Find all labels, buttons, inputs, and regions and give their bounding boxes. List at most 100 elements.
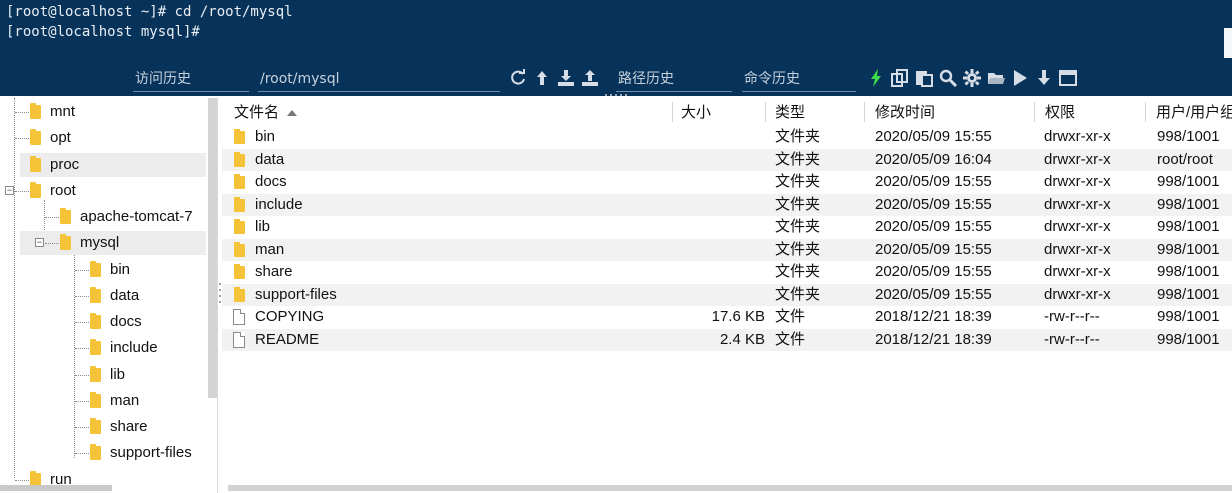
file-owner: 998/1001 xyxy=(1157,263,1220,280)
column-header-label: 修改时间 xyxy=(875,104,936,121)
collapse-toggle[interactable]: − xyxy=(5,186,14,195)
upload-icon[interactable] xyxy=(580,67,600,89)
tree-item-data[interactable]: data xyxy=(0,284,206,308)
file-owner: 998/1001 xyxy=(1157,285,1220,303)
copy-icon[interactable] xyxy=(890,67,910,89)
path-input[interactable]: /root/mysql xyxy=(258,68,500,92)
table-row[interactable]: man 文件夹 2020/05/09 15:55 drwxr-xr-x 998/1001 xyxy=(222,238,1232,261)
command-history-field[interactable]: 命令历史 xyxy=(742,68,856,92)
tree-item-bin[interactable]: bin xyxy=(0,258,206,282)
tree-item-label: data xyxy=(110,287,140,304)
file-permissions: drwxr-xr-x xyxy=(1044,128,1111,145)
tree-item-support-files[interactable]: support-files xyxy=(0,441,206,465)
folder-icon xyxy=(234,196,245,212)
search-icon[interactable] xyxy=(938,67,958,89)
file-owner: 998/1001 xyxy=(1157,218,1220,235)
terminal-output[interactable]: [root@localhost ~]# cd /root/mysql [root… xyxy=(0,0,1232,62)
tree-item-label: share xyxy=(110,418,148,435)
file-permissions: -rw-r--r-- xyxy=(1044,330,1100,348)
arrow-down-icon[interactable] xyxy=(1034,67,1054,89)
file-name: data xyxy=(255,150,285,168)
table-row[interactable]: docs 文件夹 2020/05/09 15:55 drwxr-xr-x 998/100… xyxy=(222,171,1232,194)
folder-icon xyxy=(90,366,101,382)
folder-icon xyxy=(90,313,101,329)
file-modified: 2020/05/09 15:55 xyxy=(875,173,992,190)
collapse-toggle[interactable]: − xyxy=(35,238,44,247)
tree-item-label: proc xyxy=(50,156,80,173)
table-row[interactable]: lib 文件夹 2020/05/09 15:55 drwxr-xr-x 998/1001 xyxy=(222,216,1232,239)
file-type: 文件夹 xyxy=(775,285,821,303)
up-icon[interactable] xyxy=(532,67,552,89)
table-row[interactable]: share 文件夹 2020/05/09 15:55 drwxr-xr-x 998/10… xyxy=(222,261,1232,284)
folder-icon xyxy=(234,241,245,257)
tree-item-share[interactable]: share xyxy=(0,415,206,439)
tree-item-apache-tomcat-7[interactable]: apache-tomcat-7 xyxy=(0,205,206,229)
terminal-line: [root@localhost ~]# cd /root/mysql xyxy=(6,4,293,20)
tree-item-mnt[interactable]: mnt xyxy=(0,100,206,124)
list-horizontal-scrollbar[interactable] xyxy=(228,485,1232,491)
paste-icon[interactable] xyxy=(914,67,934,89)
tree-item-docs[interactable]: docs xyxy=(0,310,206,334)
play-icon[interactable] xyxy=(1010,67,1030,89)
file-name: README xyxy=(255,330,320,348)
file-permissions: -rw-r--r-- xyxy=(1044,308,1100,325)
download-icon[interactable] xyxy=(556,67,576,89)
table-row[interactable]: COPYING 17.6 KB 文件 2018/12/21 18:39 -rw-r--r… xyxy=(222,306,1232,329)
tree-item-root[interactable]: − root xyxy=(0,179,206,203)
tree-item-label: include xyxy=(110,339,158,356)
tree-item-proc[interactable]: proc xyxy=(20,153,206,177)
file-name: docs xyxy=(255,173,287,190)
tree-scrollbar[interactable] xyxy=(208,98,217,398)
column-header-owner[interactable]: 用户/用户组 xyxy=(1144,98,1232,126)
table-row[interactable]: support-files 文件夹 2020/05/09 15:55 drwxr-xr… xyxy=(222,283,1232,306)
folder-icon xyxy=(90,444,101,460)
column-header-size[interactable]: 大小 xyxy=(669,98,765,126)
table-row[interactable]: data 文件夹 2020/05/09 16:04 drwxr-xr-x root/ro… xyxy=(222,148,1232,171)
tree-item-mysql[interactable]: − mysql xyxy=(20,231,206,255)
folder-open-icon[interactable] xyxy=(986,67,1006,89)
file-list: 文件名 大小 类型 修改时间 权限 用户/用户组 bin 文件夹 2020/05/0… xyxy=(222,98,1232,493)
folder-icon xyxy=(90,392,101,408)
visit-history-field[interactable]: 访问历史 xyxy=(133,68,249,92)
file-modified: 2020/05/09 15:55 xyxy=(875,195,992,213)
file-type: 文件夹 xyxy=(775,128,821,145)
table-row[interactable]: include 文件夹 2020/05/09 15:55 drwxr-xr-x 998/… xyxy=(222,193,1232,216)
tree-item-label: apache-tomcat-7 xyxy=(80,208,193,225)
terminal-line: [root@localhost mysql]# xyxy=(6,24,200,40)
terminal-scrollbar[interactable] xyxy=(1224,28,1232,58)
tree-horizontal-scrollbar[interactable] xyxy=(0,485,112,491)
column-header-modified[interactable]: 修改时间 xyxy=(863,98,1033,126)
tree-item-label: bin xyxy=(110,261,131,278)
table-row[interactable]: bin 文件夹 2020/05/09 15:55 drwxr-xr-x 998/1001 xyxy=(222,126,1232,149)
file-permissions: drwxr-xr-x xyxy=(1044,240,1111,258)
column-header-label: 文件名 xyxy=(234,104,280,121)
file-type: 文件 xyxy=(775,308,806,325)
file-type: 文件夹 xyxy=(775,240,821,258)
file-permissions: drwxr-xr-x xyxy=(1044,173,1111,190)
tree-item-lib[interactable]: lib xyxy=(0,363,206,387)
table-row[interactable]: README 2.4 KB 文件 2018/12/21 18:39 -rw-r--r--… xyxy=(222,328,1232,351)
file-owner: 998/1001 xyxy=(1157,128,1220,145)
tree-item-include[interactable]: include xyxy=(0,336,206,360)
tree-item-man[interactable]: man xyxy=(0,389,206,413)
bolt-icon[interactable] xyxy=(866,67,886,89)
file-type: 文件夹 xyxy=(775,195,821,213)
file-owner: 998/1001 xyxy=(1157,308,1220,325)
column-header-type[interactable]: 类型 xyxy=(763,98,863,126)
column-header-permissions[interactable]: 权限 xyxy=(1033,98,1145,126)
column-header-name[interactable]: 文件名 xyxy=(222,98,672,126)
file-permissions: drwxr-xr-x xyxy=(1044,263,1111,280)
gear-icon[interactable] xyxy=(962,67,982,89)
refresh-icon[interactable] xyxy=(508,67,528,89)
folder-icon xyxy=(90,418,101,434)
tree-item-label: lib xyxy=(110,366,126,383)
tree-item-label: support-files xyxy=(110,444,192,461)
file-modified: 2020/05/09 15:55 xyxy=(875,263,992,280)
tree-item-opt[interactable]: opt xyxy=(0,126,206,150)
directory-tree: mnt opt proc − root apache-tomcat-7 − my… xyxy=(0,98,218,493)
file-size: 17.6 KB xyxy=(711,308,765,325)
toolbar: 访问历史 /root/mysql 路径历史 命令历史 xyxy=(0,62,1232,96)
path-history-field[interactable]: 路径历史 xyxy=(616,68,732,92)
window-icon[interactable] xyxy=(1058,67,1078,89)
file-type: 文件 xyxy=(775,330,806,348)
